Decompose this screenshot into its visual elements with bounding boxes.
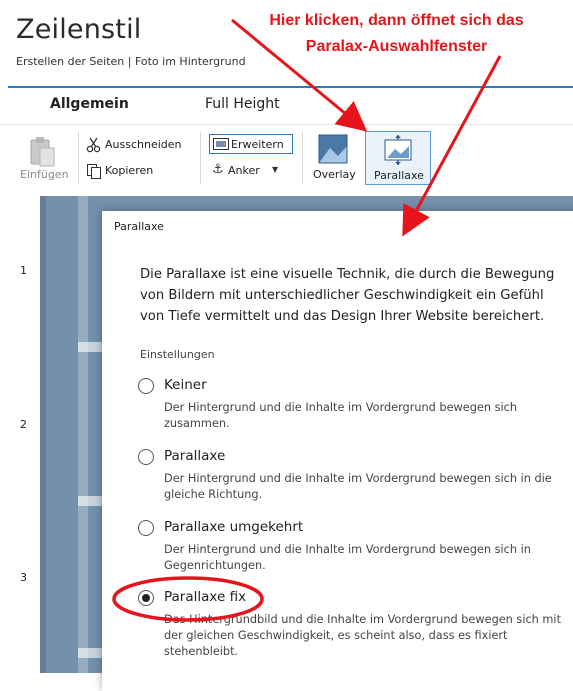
annotation-arrow bbox=[231, 18, 368, 132]
annotation-circle bbox=[112, 576, 264, 622]
annotation-overlay bbox=[112, 18, 502, 622]
annotation-arrow bbox=[402, 55, 502, 237]
